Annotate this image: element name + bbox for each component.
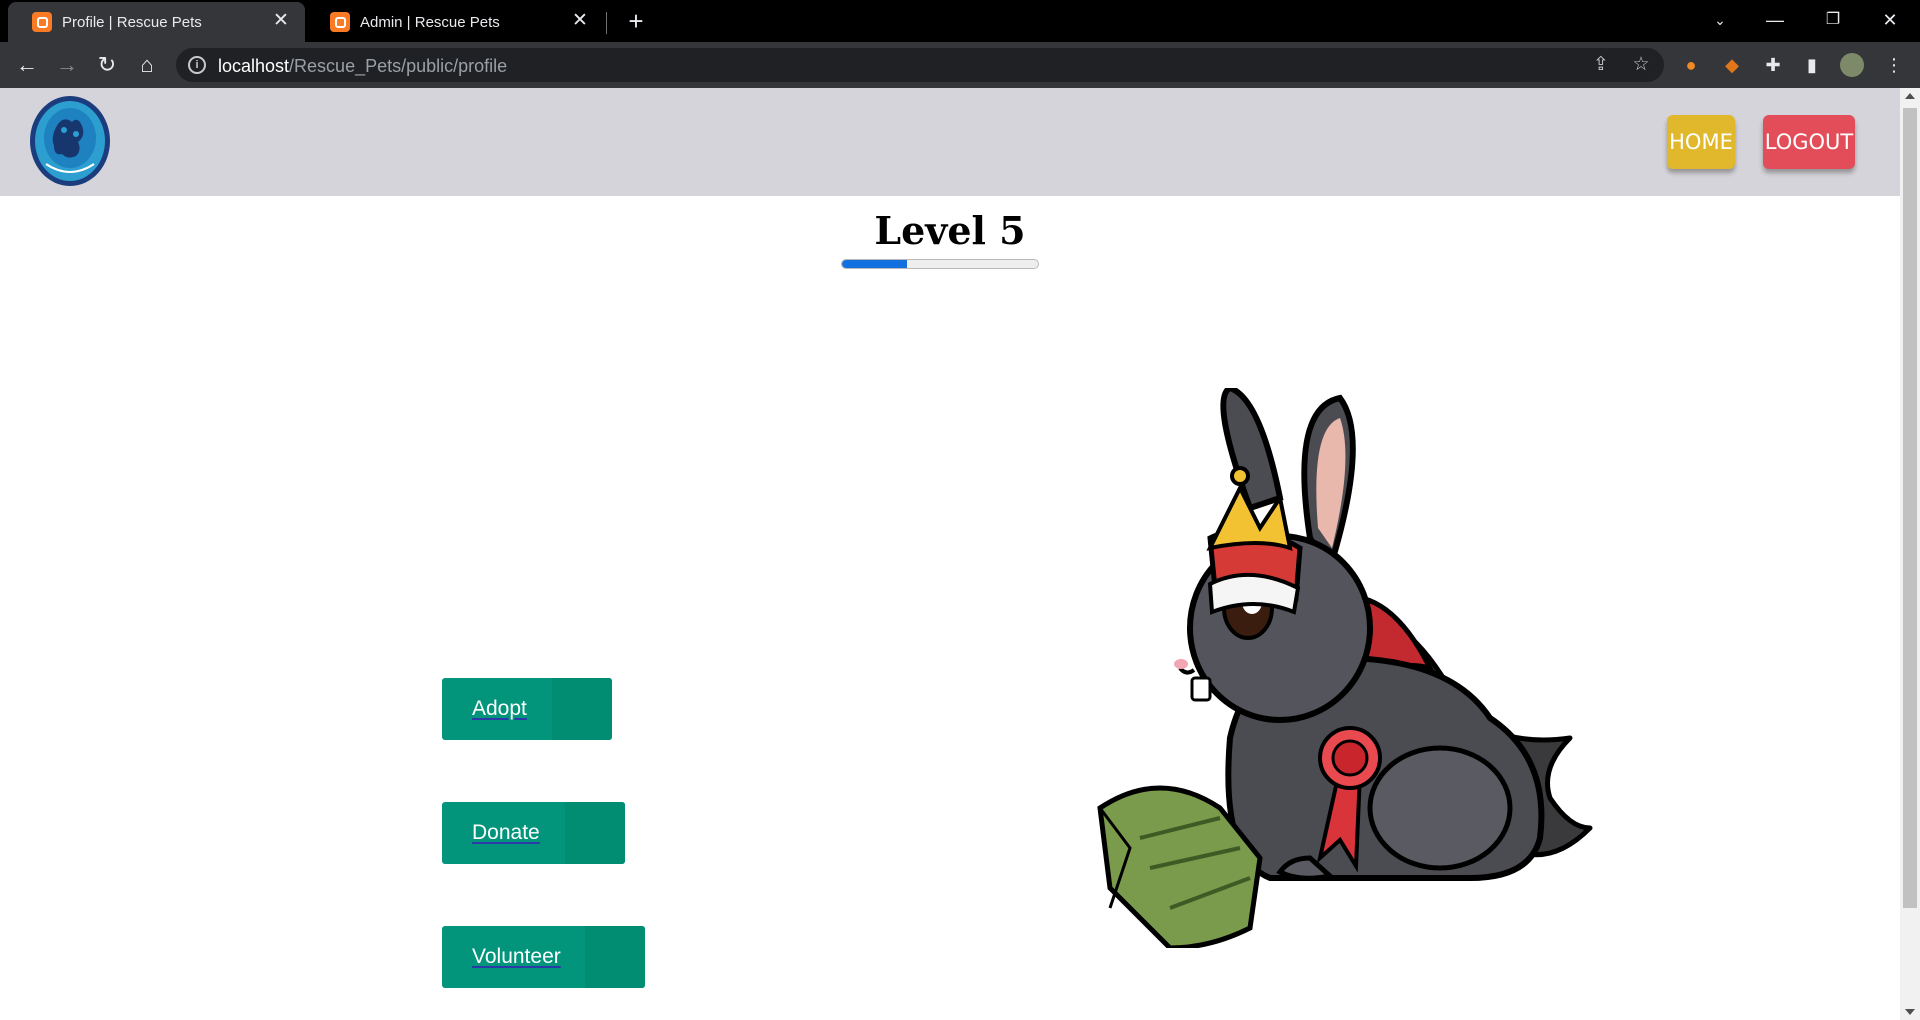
home-icon[interactable]: ⌂ xyxy=(131,49,163,81)
level-title: Level 5 xyxy=(874,208,1026,253)
extension-orange-icon[interactable]: ● xyxy=(1679,53,1703,77)
site-info-icon[interactable]: i xyxy=(188,56,206,74)
close-window-button[interactable]: ✕ xyxy=(1867,4,1913,36)
tab-separator xyxy=(606,12,607,34)
close-tab-icon[interactable]: ✕ xyxy=(271,11,291,31)
level-progress-fill xyxy=(842,260,907,268)
browser-menu-icon[interactable]: ⋮ xyxy=(1882,53,1906,77)
minimize-button[interactable]: — xyxy=(1752,4,1798,36)
xampp-favicon-icon xyxy=(330,12,350,32)
donate-button[interactable]: Donate xyxy=(442,802,625,864)
tab-profile[interactable]: Profile | Rescue Pets ✕ xyxy=(8,2,305,42)
scroll-up-icon[interactable] xyxy=(1905,93,1915,99)
tab-search-icon[interactable]: ⌄ xyxy=(1697,4,1743,36)
close-tab-icon[interactable]: ✕ xyxy=(570,11,590,31)
xampp-favicon-icon xyxy=(32,12,52,32)
browser-tab-bar: Profile | Rescue Pets ✕ Admin | Rescue P… xyxy=(0,0,1920,42)
scroll-down-icon[interactable] xyxy=(1905,1009,1915,1015)
scrollbar-thumb[interactable] xyxy=(1903,108,1917,908)
profile-avatar[interactable] xyxy=(1840,53,1864,77)
royal-bunny-illustration xyxy=(1097,388,1593,948)
volunteer-button[interactable]: Volunteer xyxy=(442,926,645,988)
adopt-button[interactable]: Adopt xyxy=(442,678,612,740)
fox-extension-icon[interactable]: ◆ xyxy=(1720,53,1744,77)
adopt-label: Adopt xyxy=(472,697,527,720)
address-bar[interactable]: i localhost/Rescue_Pets/public/profile ⇪… xyxy=(176,48,1664,82)
share-icon[interactable]: ⇪ xyxy=(1590,54,1612,76)
rescue-pets-logo[interactable] xyxy=(28,94,112,188)
extensions-puzzle-icon[interactable]: ✚ xyxy=(1761,53,1785,77)
reload-button[interactable]: ↻ xyxy=(91,49,123,81)
new-tab-button[interactable]: + xyxy=(622,8,650,36)
page-content: HOME LOGOUT Level 5 Adopt Donate Volunte… xyxy=(0,88,1900,1020)
back-button[interactable]: ← xyxy=(11,49,43,81)
side-panel-icon[interactable]: ▮ xyxy=(1800,53,1824,77)
tab-title: Admin | Rescue Pets xyxy=(360,13,500,31)
volunteer-label: Volunteer xyxy=(472,945,561,968)
browser-toolbar: ← → ↻ ⌂ i localhost/Rescue_Pets/public/p… xyxy=(0,42,1920,88)
page-scrollbar[interactable] xyxy=(1900,88,1920,1020)
url-text[interactable]: localhost/Rescue_Pets/public/profile xyxy=(218,56,507,77)
restore-button[interactable]: ❐ xyxy=(1810,4,1856,36)
donate-label: Donate xyxy=(472,821,540,844)
bookmark-star-icon[interactable]: ☆ xyxy=(1630,54,1652,76)
tab-admin[interactable]: Admin | Rescue Pets ✕ xyxy=(306,2,604,42)
forward-button[interactable]: → xyxy=(51,49,83,81)
level-progress-bar xyxy=(841,259,1039,269)
logout-button[interactable]: LOGOUT xyxy=(1763,115,1855,169)
site-header: HOME LOGOUT xyxy=(0,88,1900,196)
tab-title: Profile | Rescue Pets xyxy=(62,13,202,31)
home-button[interactable]: HOME xyxy=(1667,115,1735,169)
